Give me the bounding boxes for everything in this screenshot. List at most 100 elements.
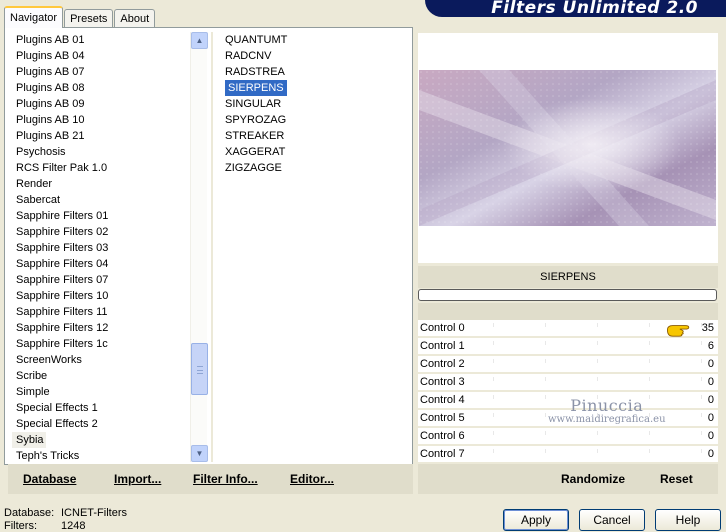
cancel-button[interactable]: Cancel	[579, 509, 645, 531]
controls-panel: Control 0 35 Control 1 6 Control 2 0 Control 3…	[418, 320, 718, 464]
filter-item-label: SPYROZAG	[225, 114, 287, 126]
category-item[interactable]: Sybia	[12, 432, 46, 448]
category-item[interactable]: Teph's Tricks	[12, 448, 192, 464]
filter-item[interactable]: QUANTUMT	[222, 32, 402, 48]
track-tick	[649, 359, 650, 363]
control-value: 35	[701, 322, 714, 334]
category-item[interactable]: Sapphire Filters 01	[12, 208, 192, 224]
category-item[interactable]: Sapphire Filters 1c	[12, 336, 192, 352]
track-tick	[597, 359, 598, 363]
filter-item[interactable]: ZIGZAGGE	[222, 160, 402, 176]
progress-bar	[418, 289, 717, 301]
category-item[interactable]: Plugins AB 07	[12, 64, 192, 80]
control-value: 0	[707, 358, 714, 370]
category-item[interactable]: ScreenWorks	[12, 352, 192, 368]
category-item[interactable]: Scribe	[12, 368, 192, 384]
category-item[interactable]: Sapphire Filters 07	[12, 272, 192, 288]
category-item[interactable]: Sapphire Filters 03	[12, 240, 192, 256]
category-item[interactable]: Plugins AB 08	[12, 80, 192, 96]
track-tick	[545, 377, 546, 381]
track-tick	[701, 413, 702, 417]
filter-item[interactable]: XAGGERAT	[222, 144, 402, 160]
track-tick	[597, 449, 598, 453]
filter-item-label: QUANTUMT	[225, 34, 288, 46]
category-item[interactable]: Sapphire Filters 02	[12, 224, 192, 240]
category-item[interactable]: Psychosis	[12, 144, 192, 160]
control-slider-7[interactable]: Control 7 0	[418, 446, 718, 464]
scroll-up-button[interactable]: ▲	[191, 32, 208, 49]
filter-item[interactable]: RADSTREA	[222, 64, 402, 80]
track-tick	[701, 449, 702, 453]
tab-presets[interactable]: Presets	[64, 9, 114, 27]
control-label: Control 3	[420, 376, 465, 388]
category-item[interactable]: Sapphire Filters 11	[12, 304, 192, 320]
control-label: Control 7	[420, 448, 465, 460]
filter-item[interactable]: STREAKER	[222, 128, 402, 144]
scroll-down-button[interactable]: ▼	[191, 445, 208, 462]
category-item[interactable]: Plugins AB 21	[12, 128, 192, 144]
control-track[interactable]	[463, 449, 713, 459]
category-item[interactable]: Plugins AB 10	[12, 112, 192, 128]
control-label: Control 6	[420, 430, 465, 442]
category-item[interactable]: RCS Filter Pak 1.0	[12, 160, 192, 176]
control-slider-1[interactable]: Control 1 6	[418, 338, 718, 356]
track-tick	[493, 341, 494, 345]
category-item[interactable]: Sapphire Filters 04	[12, 256, 192, 272]
track-tick	[493, 449, 494, 453]
tab-label: Navigator	[10, 12, 58, 24]
tab-navigator[interactable]: Navigator	[4, 6, 64, 28]
database-button[interactable]: Database	[23, 472, 76, 486]
category-item[interactable]: Plugins AB 09	[12, 96, 192, 112]
category-item[interactable]: Sapphire Filters 10	[12, 288, 192, 304]
control-value: 0	[707, 430, 714, 442]
track-tick	[649, 377, 650, 381]
reset-button[interactable]: Reset	[660, 472, 693, 486]
filter-item[interactable]: SIERPENS	[222, 79, 402, 97]
category-item[interactable]: Simple	[12, 384, 192, 400]
navigator-button-bar: Database Import... Filter Info... Editor…	[8, 464, 413, 494]
status-database-label: Database:	[4, 507, 55, 519]
track-tick	[545, 323, 546, 327]
category-scrollbar[interactable]: ▲ ▼	[190, 32, 208, 462]
control-track[interactable]	[463, 359, 713, 369]
editor-button[interactable]: Editor...	[290, 472, 334, 486]
track-tick	[493, 359, 494, 363]
apply-button[interactable]: Apply	[503, 509, 569, 531]
control-slider-6[interactable]: Control 6 0	[418, 428, 718, 446]
control-value: 0	[707, 376, 714, 388]
control-slider-2[interactable]: Control 2 0	[418, 356, 718, 374]
category-item[interactable]: Render	[12, 176, 192, 192]
category-item[interactable]: Plugins AB 01	[12, 32, 192, 48]
import-button[interactable]: Import...	[114, 472, 161, 486]
filter-item[interactable]: SINGULAR	[222, 96, 402, 112]
category-item[interactable]: Special Effects 1	[12, 400, 192, 416]
watermark: Pinuccia www.maidiregrafica.eu	[548, 396, 666, 425]
header-banner: Filters Unlimited 2.0	[425, 0, 726, 18]
control-label: Control 2	[420, 358, 465, 370]
controls-button-bar: Randomize Reset	[418, 464, 718, 494]
control-slider-3[interactable]: Control 3 0	[418, 374, 718, 392]
category-list: Plugins AB 01 Plugins AB 04 Plugins AB 07 P…	[12, 32, 192, 464]
tab-strip: Navigator Presets About	[4, 5, 156, 28]
category-item[interactable]: Sabercat	[12, 192, 192, 208]
tab-about[interactable]: About	[114, 9, 156, 27]
control-track[interactable]	[463, 341, 713, 351]
randomize-button[interactable]: Randomize	[561, 472, 625, 486]
category-item[interactable]: Plugins AB 04	[12, 48, 192, 64]
help-button[interactable]: Help	[655, 509, 721, 531]
category-item[interactable]: Sapphire Filters 12	[12, 320, 192, 336]
category-item[interactable]: Special Effects 2	[12, 416, 192, 432]
filter-item-label: STREAKER	[225, 130, 285, 142]
filter-info-button[interactable]: Filter Info...	[193, 472, 258, 486]
filter-item-label: RADCNV	[225, 50, 272, 62]
filter-item[interactable]: SPYROZAG	[222, 112, 402, 128]
filter-item-label: XAGGERAT	[225, 146, 286, 158]
watermark-url: www.maidiregrafica.eu	[548, 414, 666, 425]
track-tick	[701, 377, 702, 381]
scroll-thumb[interactable]	[191, 343, 208, 395]
control-track[interactable]	[463, 377, 713, 387]
control-track[interactable]	[463, 431, 713, 441]
track-tick	[545, 359, 546, 363]
filter-item[interactable]: RADCNV	[222, 48, 402, 64]
watermark-name: Pinuccia	[570, 396, 644, 415]
